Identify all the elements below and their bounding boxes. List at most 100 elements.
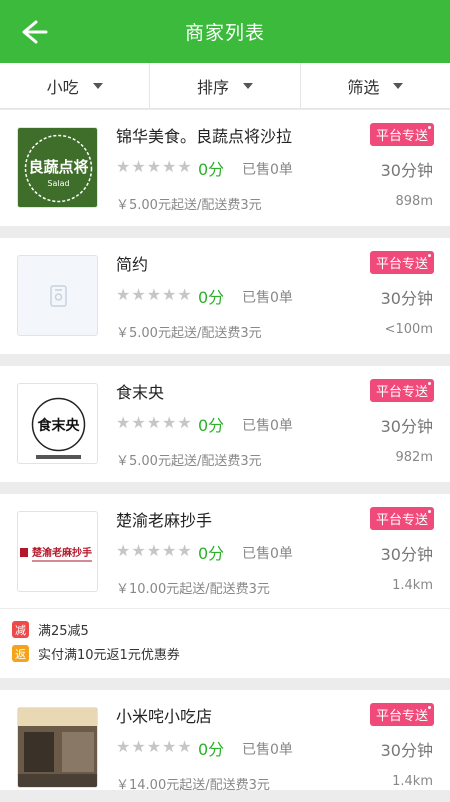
delivery-badge: 平台专送 xyxy=(369,507,434,530)
star-icon: ★ xyxy=(146,157,162,176)
delivery-badge: 平台专送 xyxy=(369,379,434,402)
star-icon: ★ xyxy=(131,413,146,432)
sold-count: 已售0单 xyxy=(242,162,293,178)
filter-sort[interactable]: 排序 xyxy=(150,63,301,108)
star-icon: ★ xyxy=(177,413,192,432)
arrow-left-icon[interactable] xyxy=(16,16,50,48)
star-icon: ★ xyxy=(162,413,177,432)
distance: 898m xyxy=(395,194,433,209)
rating-stars: ★ ★ ★ ★ ★ xyxy=(116,739,193,755)
promo-discount: 减 满25减5 xyxy=(12,620,89,639)
star-icon: ★ xyxy=(146,541,162,560)
rating-stars: ★ ★ ★ ★ ★ xyxy=(116,543,193,559)
star-icon: ★ xyxy=(162,541,177,560)
star-icon: ★ xyxy=(131,737,146,756)
sold-count: 已售0单 xyxy=(242,290,293,306)
store-logo: 楚渝老麻抄手 xyxy=(17,511,98,592)
star-icon: ★ xyxy=(116,541,131,560)
filter-sort-label: 排序 xyxy=(196,77,229,97)
delivery-badge: 平台专送 xyxy=(369,123,434,146)
star-icon: ★ xyxy=(131,157,146,176)
promo-tag: 减 xyxy=(12,621,29,638)
caret-down-icon xyxy=(243,82,253,89)
star-icon: ★ xyxy=(177,541,192,560)
star-icon: ★ xyxy=(162,157,177,176)
distance: 982m xyxy=(395,450,433,465)
store-card[interactable]: 食末央 食末央 平台专送 ★ ★ ★ ★ ★ 0分 已售0单 30分钟 ￥5.00元起送… xyxy=(0,366,450,482)
store-card[interactable]: 楚渝老麻抄手 楚渝老麻抄手 平台专送 ★ ★ ★ ★ ★ 0分 已售0单 30分钟 ￥1… xyxy=(0,494,450,678)
star-icon: ★ xyxy=(116,737,131,756)
star-icon: ★ xyxy=(162,285,177,304)
store-card[interactable]: 小米咤小吃店 平台专送 ★ ★ ★ ★ ★ 0分 已售0单 30分钟 ￥14.00元起送… xyxy=(0,690,450,793)
star-icon: ★ xyxy=(146,737,162,756)
star-icon: ★ xyxy=(146,413,162,432)
delivery-time: 30分钟 xyxy=(380,161,433,180)
rating-stars: ★ ★ ★ ★ ★ xyxy=(116,287,193,303)
min-order: ￥14.00元起送/配送费3元 xyxy=(116,778,270,793)
store-name: 食末央 xyxy=(116,383,165,402)
star-icon: ★ xyxy=(162,737,177,756)
min-order: ￥5.00元起送/配送费3元 xyxy=(116,198,262,213)
filter-screen[interactable]: 筛选 xyxy=(301,63,450,108)
store-list: 良蔬点将 Salad 锦华美食。良蔬点将沙拉 平台专送 ★ ★ ★ ★ ★ 0分 已售0… xyxy=(0,110,450,802)
star-icon: ★ xyxy=(177,157,192,176)
rating-score: 0分 xyxy=(198,544,225,563)
filter-bar: 小吃 排序 筛选 xyxy=(0,63,450,109)
filter-category[interactable]: 小吃 xyxy=(0,63,151,108)
store-logo-subtext: Salad xyxy=(47,179,69,188)
store-logo: 食末央 xyxy=(17,383,98,464)
delivery-time: 30分钟 xyxy=(380,741,433,760)
store-logo xyxy=(17,255,98,336)
rating-score: 0分 xyxy=(198,740,225,759)
star-icon: ★ xyxy=(177,285,192,304)
caret-down-icon xyxy=(393,82,404,89)
rating-score: 0分 xyxy=(198,288,225,307)
star-icon: ★ xyxy=(177,737,192,756)
star-icon: ★ xyxy=(116,285,131,304)
store-name: 锦华美食。良蔬点将沙拉 xyxy=(116,127,293,146)
sold-count: 已售0单 xyxy=(242,418,293,434)
rating-score: 0分 xyxy=(198,416,225,435)
delivery-time: 30分钟 xyxy=(380,289,433,308)
store-card[interactable]: 简约 平台专送 ★ ★ ★ ★ ★ 0分 已售0单 30分钟 ￥5.00元起送/配送费3… xyxy=(0,238,450,354)
star-icon: ★ xyxy=(116,157,131,176)
delivery-badge: 平台专送 xyxy=(369,251,434,274)
page-title: 商家列表 xyxy=(184,22,265,44)
min-order: ￥5.00元起送/配送费3元 xyxy=(116,326,262,341)
rating-stars: ★ ★ ★ ★ ★ xyxy=(116,415,193,431)
store-name: 小米咤小吃店 xyxy=(116,707,213,726)
star-icon: ★ xyxy=(131,541,146,560)
promo-text: 满25减5 xyxy=(38,624,89,639)
rating-score: 0分 xyxy=(198,160,225,179)
delivery-time: 30分钟 xyxy=(380,417,433,436)
promo-text: 实付满10元返1元优惠券 xyxy=(38,648,180,663)
promo-cashback: 返 实付满10元返1元优惠券 xyxy=(12,644,180,663)
image-placeholder-icon xyxy=(50,285,67,307)
distance: 1.4km xyxy=(392,578,433,593)
store-name: 楚渝老麻抄手 xyxy=(116,511,213,530)
store-logo-text: 食末央 xyxy=(38,417,81,434)
delivery-time: 30分钟 xyxy=(380,545,433,564)
promo-tag: 返 xyxy=(12,645,29,662)
min-order: ￥10.00元起送/配送费3元 xyxy=(116,582,270,597)
rating-stars: ★ ★ ★ ★ ★ xyxy=(116,159,193,175)
filter-screen-label: 筛选 xyxy=(347,77,380,97)
store-logo xyxy=(17,707,98,788)
storefront-photo xyxy=(18,708,97,787)
sold-count: 已售0单 xyxy=(242,742,293,758)
distance: 1.4km xyxy=(392,774,433,789)
top-bar: 商家列表 xyxy=(0,0,450,63)
delivery-badge: 平台专送 xyxy=(369,703,434,726)
caret-down-icon xyxy=(92,82,103,89)
divider xyxy=(0,608,450,609)
store-logo: 良蔬点将 Salad xyxy=(17,127,98,208)
store-name: 简约 xyxy=(116,255,149,274)
store-card[interactable]: 良蔬点将 Salad 锦华美食。良蔬点将沙拉 平台专送 ★ ★ ★ ★ ★ 0分 已售0… xyxy=(0,110,450,226)
sold-count: 已售0单 xyxy=(242,546,293,562)
star-icon: ★ xyxy=(131,285,146,304)
filter-category-label: 小吃 xyxy=(46,77,79,97)
store-logo-text: 良蔬点将 xyxy=(28,158,88,176)
distance: <100m xyxy=(384,322,433,337)
store-logo-text: 楚渝老麻抄手 xyxy=(31,546,92,559)
star-icon: ★ xyxy=(146,285,162,304)
